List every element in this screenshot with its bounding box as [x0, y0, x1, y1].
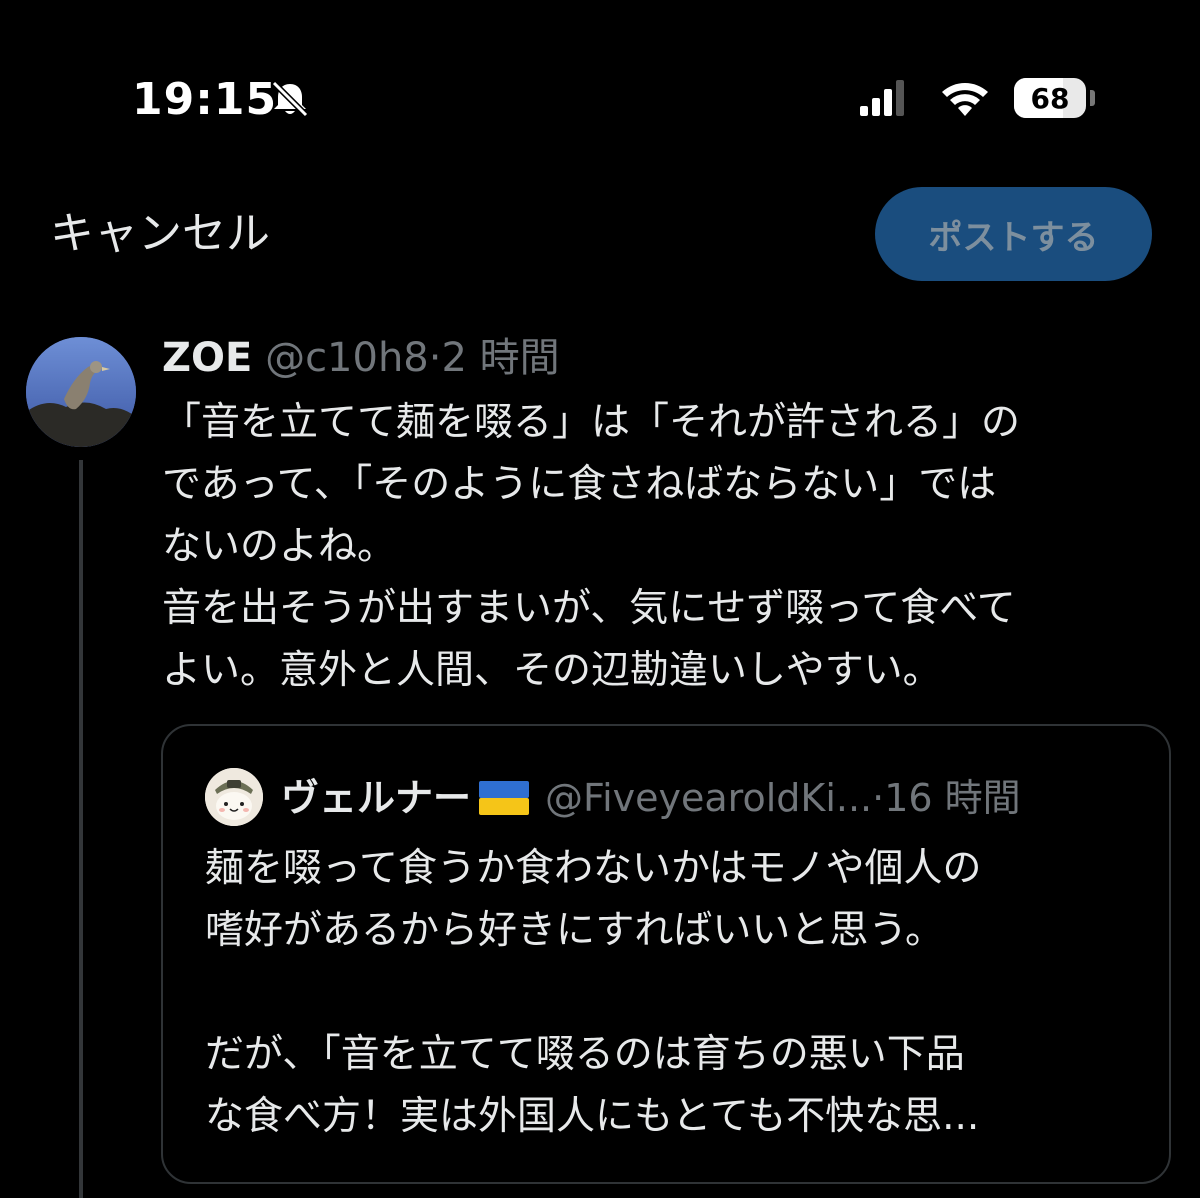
- handle[interactable]: @c10h8: [265, 335, 429, 381]
- ukraine-flag-icon: [479, 781, 530, 815]
- avatar-image: [26, 337, 136, 447]
- quote-header: ヴェルナー @FiveyearoldKi...·16 時間: [281, 770, 1021, 826]
- tweet-text-line: であって、「そのように食さねばならない」では: [162, 462, 997, 507]
- tweet-text-line: 音を出そうが出すまいが、気にせず啜って食べて: [162, 586, 1016, 631]
- cancel-button[interactable]: キャンセル: [50, 202, 270, 266]
- battery-icon: 68: [1014, 78, 1086, 118]
- quote-display-name: ヴェルナー: [281, 776, 472, 820]
- quote-text-line: な食べ方！実は外国人にもとても不快な思...: [205, 1094, 980, 1139]
- quote-separator: ·: [872, 776, 885, 820]
- quote-avatar-image: [205, 768, 263, 826]
- quote-text-line: 嗜好があるから好きにすればいいと思う。: [205, 908, 945, 953]
- status-time: 19:15: [132, 74, 278, 125]
- bell-slash-icon: [271, 80, 309, 118]
- quote-avatar: [205, 768, 263, 826]
- tweet-header: ZOE @c10h8·2 時間: [162, 330, 560, 386]
- tweet-text-line: よい。意外と人間、その辺勘違いしやすい。: [162, 648, 942, 693]
- tweet-text-line: 「音を立てて麺を啜る」は「それが許される」の: [162, 400, 1021, 445]
- thread-line: [79, 460, 83, 1198]
- display-name[interactable]: ZOE: [162, 335, 252, 381]
- quote-text-line: だが、「音を立てて啜るのは育ちの悪い下品: [205, 1032, 965, 1077]
- quote-text: 麺を啜って食うか食わないかはモノや個人の 嗜好があるから好きにすればいいと思う。…: [205, 838, 1135, 1148]
- tweet-text: 「音を立てて麺を啜る」は「それが許される」の であって、「そのように食さねばなら…: [162, 392, 1162, 702]
- signal-icon: [860, 80, 904, 116]
- meta-separator: ·: [428, 335, 442, 381]
- quote-handle: @FiveyearoldKi...: [545, 776, 873, 820]
- status-bar: 19:15 68: [0, 0, 1200, 190]
- quote-text-line: 麺を啜って食うか食わないかはモノや個人の: [205, 846, 982, 891]
- quote-card[interactable]: ヴェルナー @FiveyearoldKi...·16 時間 麺を啜って食うか食わ…: [161, 724, 1171, 1184]
- battery-nub: [1090, 90, 1095, 106]
- wifi-icon: [942, 83, 988, 116]
- quote-text-line: [205, 962, 1135, 1024]
- battery-level: 68: [1030, 81, 1070, 115]
- tweet-text-line: ないのよね。: [162, 524, 397, 569]
- post-button[interactable]: ポストする: [875, 187, 1152, 281]
- quote-timestamp: 16 時間: [884, 776, 1021, 820]
- avatar[interactable]: [26, 337, 136, 447]
- timestamp: 2 時間: [441, 335, 560, 381]
